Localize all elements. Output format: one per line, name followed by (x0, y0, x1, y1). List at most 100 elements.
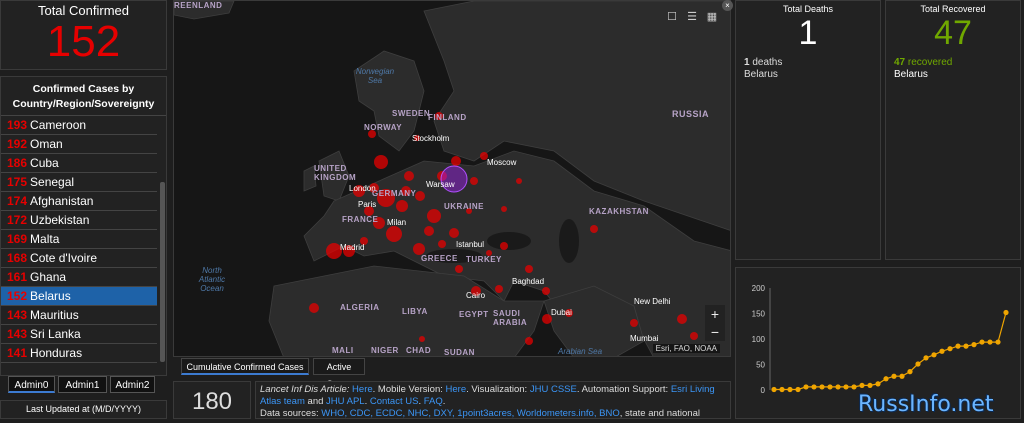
list-item-country: Oman (30, 137, 63, 151)
data-point[interactable] (995, 339, 1001, 345)
info-line-3: Data sources: WHO, CDC, ECDC, NHC, DXY, … (260, 408, 726, 419)
list-item[interactable]: 169 Malta (1, 230, 157, 249)
data-point[interactable] (907, 369, 913, 375)
map-label-mumbai: Mumbai (630, 334, 659, 343)
map-label-turkey: TURKEY (466, 255, 502, 264)
data-point[interactable] (979, 339, 985, 345)
map-view[interactable]: REENLAND Norwegian Sea SWEDEN FINLAND NO… (173, 0, 731, 357)
close-icon[interactable]: × (722, 0, 733, 11)
data-point[interactable] (883, 376, 889, 382)
data-point[interactable] (771, 386, 777, 393)
jhu-csse-link[interactable]: JHU CSSE (530, 384, 577, 395)
list-scrollbar[interactable] (160, 182, 165, 362)
list-item[interactable]: 168 Cote d'Ivoire (1, 249, 157, 268)
data-point[interactable] (955, 343, 961, 349)
zoom-in-button[interactable]: + (705, 305, 725, 323)
map-label-cairo: Cairo (466, 291, 486, 300)
tab-admin2[interactable]: Admin2 (110, 376, 155, 393)
info-and-text: and (304, 396, 327, 407)
y-tick-label: 50 (756, 361, 765, 370)
atlas-team-link[interactable]: Atlas team (260, 396, 305, 407)
list-item[interactable]: 186 Cuba (1, 154, 157, 173)
map-label-saudi: SAUDI ARABIA (493, 309, 528, 327)
list-item[interactable]: 193 Cameroon (1, 116, 157, 135)
lancet-link[interactable]: Here (352, 384, 373, 395)
list-item-count: 193 (7, 118, 28, 132)
tab-cumulative-confirmed[interactable]: Cumulative Confirmed Cases (181, 358, 309, 375)
countries-count-value: 180 (191, 388, 233, 415)
last-updated-panel: Last Updated at (M/D/YYYY) (0, 400, 167, 419)
data-point[interactable] (971, 342, 977, 348)
data-point[interactable] (915, 361, 921, 367)
data-point[interactable] (851, 384, 857, 390)
data-point[interactable] (867, 382, 873, 389)
data-sources-link[interactable]: WHO, CDC, ECDC, NHC, DXY, 1point3acres, … (321, 408, 619, 418)
list-item[interactable]: 141 Honduras (1, 344, 157, 363)
data-point[interactable] (899, 373, 905, 379)
data-point[interactable] (787, 386, 793, 393)
info-state-national: , state and national (619, 408, 700, 419)
y-tick-label: 0 (761, 386, 766, 395)
list-item[interactable]: 152 Belarus (1, 287, 157, 306)
list-icon[interactable]: ☰ (684, 9, 700, 25)
list-item-country: Honduras (30, 346, 83, 360)
data-point[interactable] (827, 384, 833, 390)
list-item[interactable]: 143 Sri Lanka (1, 325, 157, 344)
data-point[interactable] (963, 343, 969, 349)
esri-living-link[interactable]: Esri Living (671, 384, 715, 395)
data-point[interactable] (891, 373, 897, 379)
list-item[interactable]: 161 Ghana (1, 268, 157, 287)
data-point[interactable] (939, 348, 945, 354)
list-item-count: 152 (7, 289, 28, 303)
data-point[interactable] (819, 384, 825, 390)
map-label-greenland: REENLAND (174, 1, 223, 10)
jhu-apl-link[interactable]: JHU APL (326, 396, 365, 407)
list-item-country: Cuba (30, 156, 59, 170)
list-item-count: 161 (7, 270, 28, 284)
total-recovered-title: Total Recovered (920, 4, 986, 14)
recovered-country: Belarus (894, 69, 928, 80)
data-point[interactable] (779, 386, 785, 393)
qr-code-icon[interactable]: ▦ (704, 9, 720, 25)
total-confirmed-panel: Total Confirmed 152 (0, 0, 167, 70)
map-label-algeria: ALGERIA (340, 303, 380, 312)
data-point[interactable] (843, 384, 849, 390)
list-item-country: Mauritius (30, 308, 79, 322)
list-item[interactable]: 174 Afghanistan (1, 192, 157, 211)
tab-admin1[interactable]: Admin1 (58, 376, 107, 393)
data-point[interactable] (811, 384, 817, 390)
zoom-out-button[interactable]: − (705, 323, 725, 341)
list-item[interactable]: 175 Senegal (1, 173, 157, 192)
map-label-russia: RUSSIA (672, 109, 710, 119)
country-list-panel: Confirmed Cases by Country/Region/Sovere… (0, 76, 167, 376)
tab-admin0[interactable]: Admin0 (8, 376, 55, 393)
faq-link[interactable]: FAQ (424, 396, 443, 407)
data-point[interactable] (947, 346, 953, 352)
tab-active-cases[interactable]: Active Cases (313, 358, 365, 389)
contact-us-link[interactable]: Contact US (370, 396, 419, 407)
list-item[interactable]: 143 Mauritius (1, 306, 157, 325)
data-point[interactable] (923, 355, 929, 361)
list-item[interactable]: 192 Oman (1, 135, 157, 154)
data-point[interactable] (795, 386, 801, 393)
data-point[interactable] (875, 381, 881, 387)
data-point[interactable] (1003, 309, 1009, 316)
map-label-egypt: EGYPT (459, 310, 489, 319)
info-panel: Lancet Inf Dis Article: Here. Mobile Ver… (255, 381, 731, 419)
map-label-uk: UNITED KINGDOM (314, 164, 357, 182)
data-point[interactable] (835, 384, 841, 390)
data-point[interactable] (803, 384, 809, 390)
map-label-stockholm: Stockholm (412, 134, 450, 143)
bookmark-icon[interactable]: ☐ (664, 9, 680, 25)
list-item[interactable]: 172 Uzbekistan (1, 211, 157, 230)
map-label-chad: CHAD (406, 346, 432, 355)
recovered-detail-label: recovered (905, 57, 953, 68)
list-item-country: Uzbekistan (30, 213, 90, 227)
map-label-greece: GREECE (421, 254, 458, 263)
list-item-count: 172 (7, 213, 28, 227)
data-point[interactable] (859, 382, 865, 389)
data-point[interactable] (931, 352, 937, 358)
map-label-moscow: Moscow (487, 158, 517, 167)
data-point[interactable] (987, 339, 993, 345)
mobile-link[interactable]: Here (446, 384, 467, 395)
